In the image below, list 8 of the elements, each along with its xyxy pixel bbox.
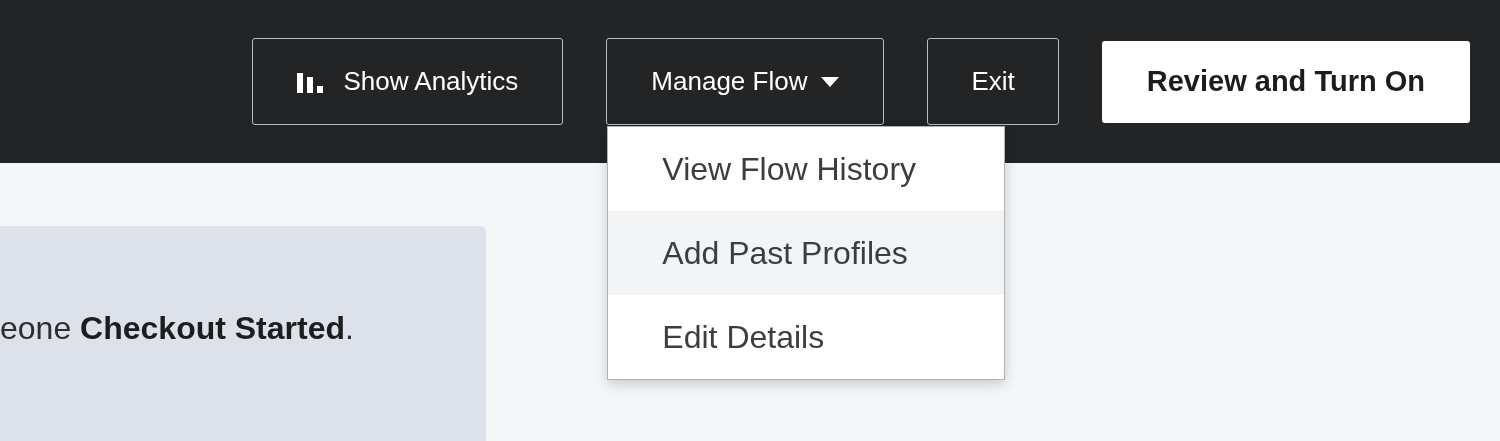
trigger-text: eone Checkout Started.	[0, 310, 354, 346]
menu-item[interactable]: Add Past Profiles	[608, 211, 1005, 295]
menu-item[interactable]: View Flow History	[608, 127, 1005, 211]
exit-button[interactable]: Exit	[927, 38, 1059, 125]
menu-item[interactable]: Edit Details	[608, 295, 1005, 379]
review-button[interactable]: Review and Turn On	[1101, 40, 1470, 123]
manage-flow-button[interactable]: Manage Flow	[606, 38, 885, 125]
show-analytics-button[interactable]: Show Analytics	[252, 38, 564, 125]
